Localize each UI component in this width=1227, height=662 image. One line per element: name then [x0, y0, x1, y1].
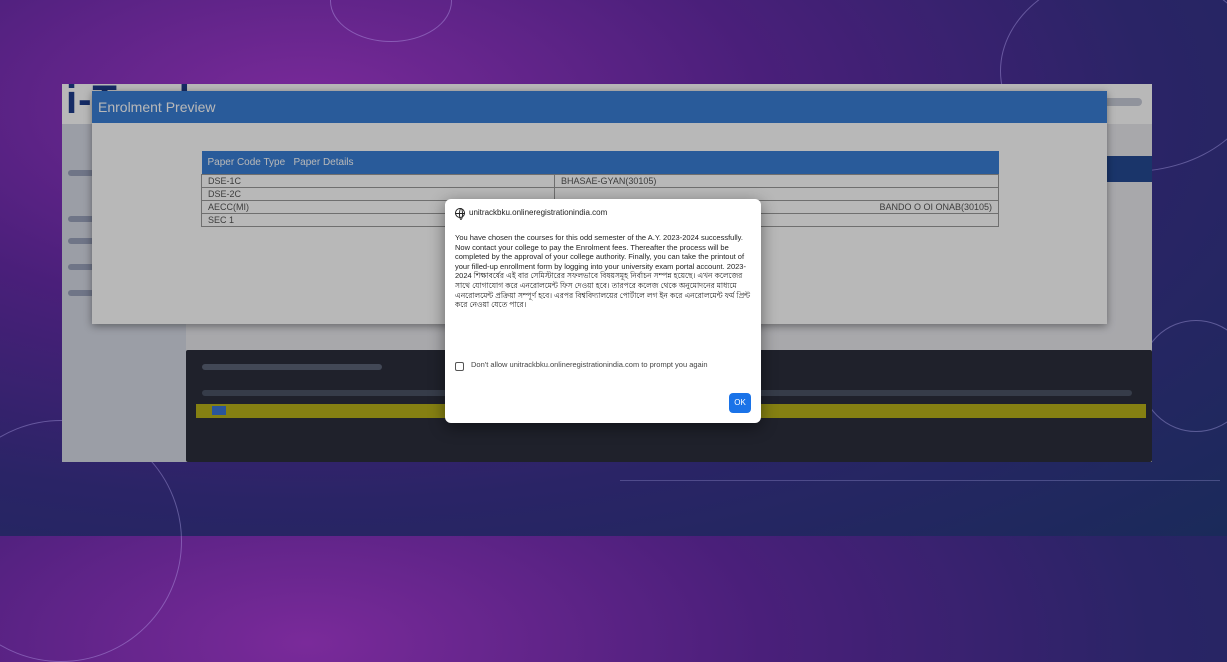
prevent-prompts-label[interactable]: Don't allow unitrackbku.onlineregistrati… [471, 360, 753, 370]
background-ring-top [330, 0, 452, 42]
browser-alert-dialog: unitrackbku.onlineregistrationindia.com … [445, 199, 761, 423]
alert-origin: unitrackbku.onlineregistrationindia.com [469, 208, 608, 217]
alert-message: You have chosen the courses for this odd… [455, 233, 751, 310]
alert-title-row: unitrackbku.onlineregistrationindia.com [455, 208, 751, 222]
background-line [620, 480, 1220, 481]
prevent-prompts-row[interactable]: Don't allow unitrackbku.onlineregistrati… [455, 360, 753, 384]
prevent-prompts-checkbox[interactable] [455, 362, 464, 371]
ok-button[interactable]: OK [729, 393, 751, 413]
background-ring-right [1140, 320, 1227, 432]
globe-icon [455, 208, 465, 220]
